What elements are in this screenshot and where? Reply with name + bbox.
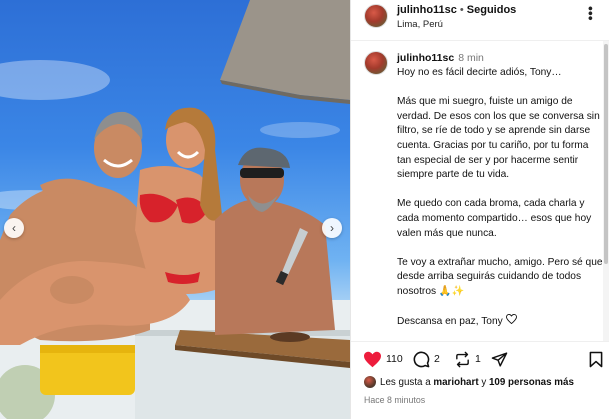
likes-others[interactable]: 109 personas más — [489, 377, 574, 388]
repost-button[interactable]: 1 — [454, 350, 481, 368]
caption-scrollbar-thumb[interactable] — [604, 44, 608, 264]
likes-summary[interactable]: Les gusta a mariohart y 109 personas más — [364, 376, 574, 388]
caption-text: Hoy no es fácil decirte adiós, Tony… Más… — [397, 66, 603, 338]
more-options-button[interactable]: ••• — [583, 6, 599, 21]
author-username[interactable]: julinho11sc — [397, 4, 457, 16]
send-icon — [491, 351, 508, 368]
caption-paragraph: Me quedo con cada broma, cada charla y c… — [397, 198, 592, 239]
caption-paragraph: Te voy a extrañar mucho, amigo. Pero sé … — [397, 256, 603, 297]
comment-count: 2 — [434, 353, 440, 365]
comment-button[interactable]: 2 — [413, 350, 440, 368]
post-photo[interactable]: ‹ › — [0, 0, 350, 419]
photo-illustration — [0, 0, 350, 419]
heart-outline-icon — [505, 314, 517, 330]
like-count[interactable]: 110 — [386, 353, 403, 365]
caption-avatar[interactable] — [364, 51, 388, 75]
caption-closing: Descansa en paz, Tony — [397, 314, 603, 330]
send-button[interactable] — [491, 350, 508, 368]
comment-bubble-icon — [413, 351, 430, 368]
carousel-next-button[interactable]: › — [322, 218, 342, 238]
caption-username[interactable]: julinho11sc — [397, 52, 454, 64]
liker-username[interactable]: mariohart — [433, 377, 478, 388]
repost-icon — [454, 351, 471, 368]
likes-prefix: Les gusta a — [380, 376, 431, 388]
post-side-panel: julinho11sc • Seguidos Lima, Perú ••• juli… — [350, 0, 609, 419]
save-button[interactable] — [589, 350, 603, 368]
carousel-prev-button[interactable]: ‹ — [4, 218, 24, 238]
caption-paragraph: Hoy no es fácil decirte adiós, Tony… — [397, 67, 562, 78]
follow-status-button[interactable]: Seguidos — [467, 4, 517, 16]
caption-paragraph: Más que mi suegro, fuiste un amigo de ve… — [397, 96, 600, 181]
separator-dot: • — [459, 4, 464, 16]
author-avatar[interactable] — [364, 4, 388, 28]
bookmark-icon — [589, 351, 603, 368]
caption-author-line: julinho11sc 8 min — [397, 52, 484, 64]
post-location[interactable]: Lima, Perú — [397, 19, 443, 30]
post-header: julinho11sc • Seguidos Lima, Perú ••• — [351, 0, 609, 41]
caption-closing-text: Descansa en paz, Tony — [397, 316, 503, 328]
like-button[interactable]: 110 — [363, 350, 403, 368]
likes-connector: y — [481, 376, 487, 388]
caption-time: 8 min — [458, 52, 484, 64]
heart-filled-icon — [363, 351, 382, 368]
author-line: julinho11sc • Seguidos — [397, 4, 516, 16]
liker-avatar — [364, 376, 376, 388]
repost-count: 1 — [475, 353, 481, 365]
post-timestamp: Hace 8 minutos — [364, 395, 426, 405]
post-actions-bar: 110 2 1 Les gusta a mariohart y 109 pers… — [351, 341, 609, 419]
